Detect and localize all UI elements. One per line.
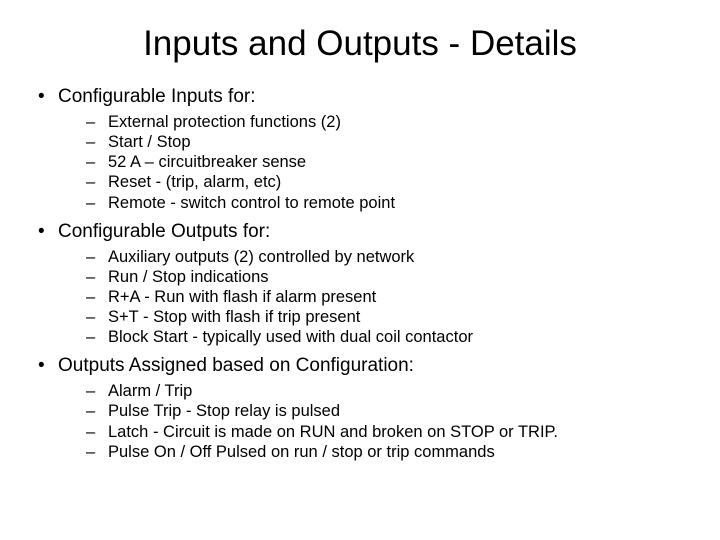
dash-icon: – [86, 172, 95, 192]
dash-icon: – [86, 152, 95, 172]
item-text: 52 A – circuitbreaker sense [108, 153, 306, 171]
heading-text: Configurable Outputs for: [58, 221, 270, 242]
section-assigned: • Outputs Assigned based on Configuratio… [30, 355, 690, 462]
dash-icon: – [86, 112, 95, 132]
dash-icon: – [86, 267, 95, 287]
bullet-heading: • Configurable Inputs for: [30, 86, 690, 108]
list-item: –R+A - Run with flash if alarm present [30, 287, 690, 307]
item-text: Pulse Trip - Stop relay is pulsed [108, 402, 340, 420]
list-item: –S+T - Stop with flash if trip present [30, 307, 690, 327]
sub-list: –External protection functions (2) –Star… [30, 112, 690, 213]
list-item: –Latch - Circuit is made on RUN and brok… [30, 422, 690, 442]
heading-text: Outputs Assigned based on Configuration: [58, 355, 414, 376]
dash-icon: – [86, 193, 95, 213]
sub-list: –Alarm / Trip –Pulse Trip - Stop relay i… [30, 381, 690, 462]
heading-text: Configurable Inputs for: [58, 86, 256, 107]
item-text: Reset - (trip, alarm, etc) [108, 173, 281, 191]
bullet-icon: • [38, 221, 45, 243]
page-title: Inputs and Outputs - Details [30, 24, 690, 64]
item-text: Block Start - typically used with dual c… [108, 328, 473, 346]
section-outputs: • Configurable Outputs for: –Auxiliary o… [30, 221, 690, 348]
item-text: Auxiliary outputs (2) controlled by netw… [108, 248, 414, 266]
list-item: –External protection functions (2) [30, 112, 690, 132]
sub-list: –Auxiliary outputs (2) controlled by net… [30, 247, 690, 348]
list-item: –Pulse Trip - Stop relay is pulsed [30, 401, 690, 421]
list-item: –Alarm / Trip [30, 381, 690, 401]
item-text: S+T - Stop with flash if trip present [108, 308, 360, 326]
bullet-icon: • [38, 355, 45, 377]
list-item: –52 A – circuitbreaker sense [30, 152, 690, 172]
item-text: Pulse On / Off Pulsed on run / stop or t… [108, 443, 495, 461]
dash-icon: – [86, 422, 95, 442]
item-text: Remote - switch control to remote point [108, 194, 395, 212]
list-item: –Run / Stop indications [30, 267, 690, 287]
dash-icon: – [86, 381, 95, 401]
bullet-icon: • [38, 86, 45, 108]
list-item: –Block Start - typically used with dual … [30, 327, 690, 347]
dash-icon: – [86, 442, 95, 462]
item-text: Run / Stop indications [108, 268, 269, 286]
list-item: –Reset - (trip, alarm, etc) [30, 172, 690, 192]
dash-icon: – [86, 132, 95, 152]
item-text: External protection functions (2) [108, 113, 341, 131]
list-item: –Remote - switch control to remote point [30, 193, 690, 213]
item-text: R+A - Run with flash if alarm present [108, 288, 376, 306]
dash-icon: – [86, 307, 95, 327]
dash-icon: – [86, 327, 95, 347]
list-item: –Auxiliary outputs (2) controlled by net… [30, 247, 690, 267]
section-inputs: • Configurable Inputs for: –External pro… [30, 86, 690, 213]
bullet-heading: • Outputs Assigned based on Configuratio… [30, 355, 690, 377]
dash-icon: – [86, 401, 95, 421]
list-item: –Pulse On / Off Pulsed on run / stop or … [30, 442, 690, 462]
item-text: Start / Stop [108, 133, 191, 151]
bullet-heading: • Configurable Outputs for: [30, 221, 690, 243]
item-text: Alarm / Trip [108, 382, 192, 400]
slide: Inputs and Outputs - Details • Configura… [0, 0, 720, 480]
item-text: Latch - Circuit is made on RUN and broke… [108, 423, 558, 441]
dash-icon: – [86, 247, 95, 267]
list-item: –Start / Stop [30, 132, 690, 152]
dash-icon: – [86, 287, 95, 307]
